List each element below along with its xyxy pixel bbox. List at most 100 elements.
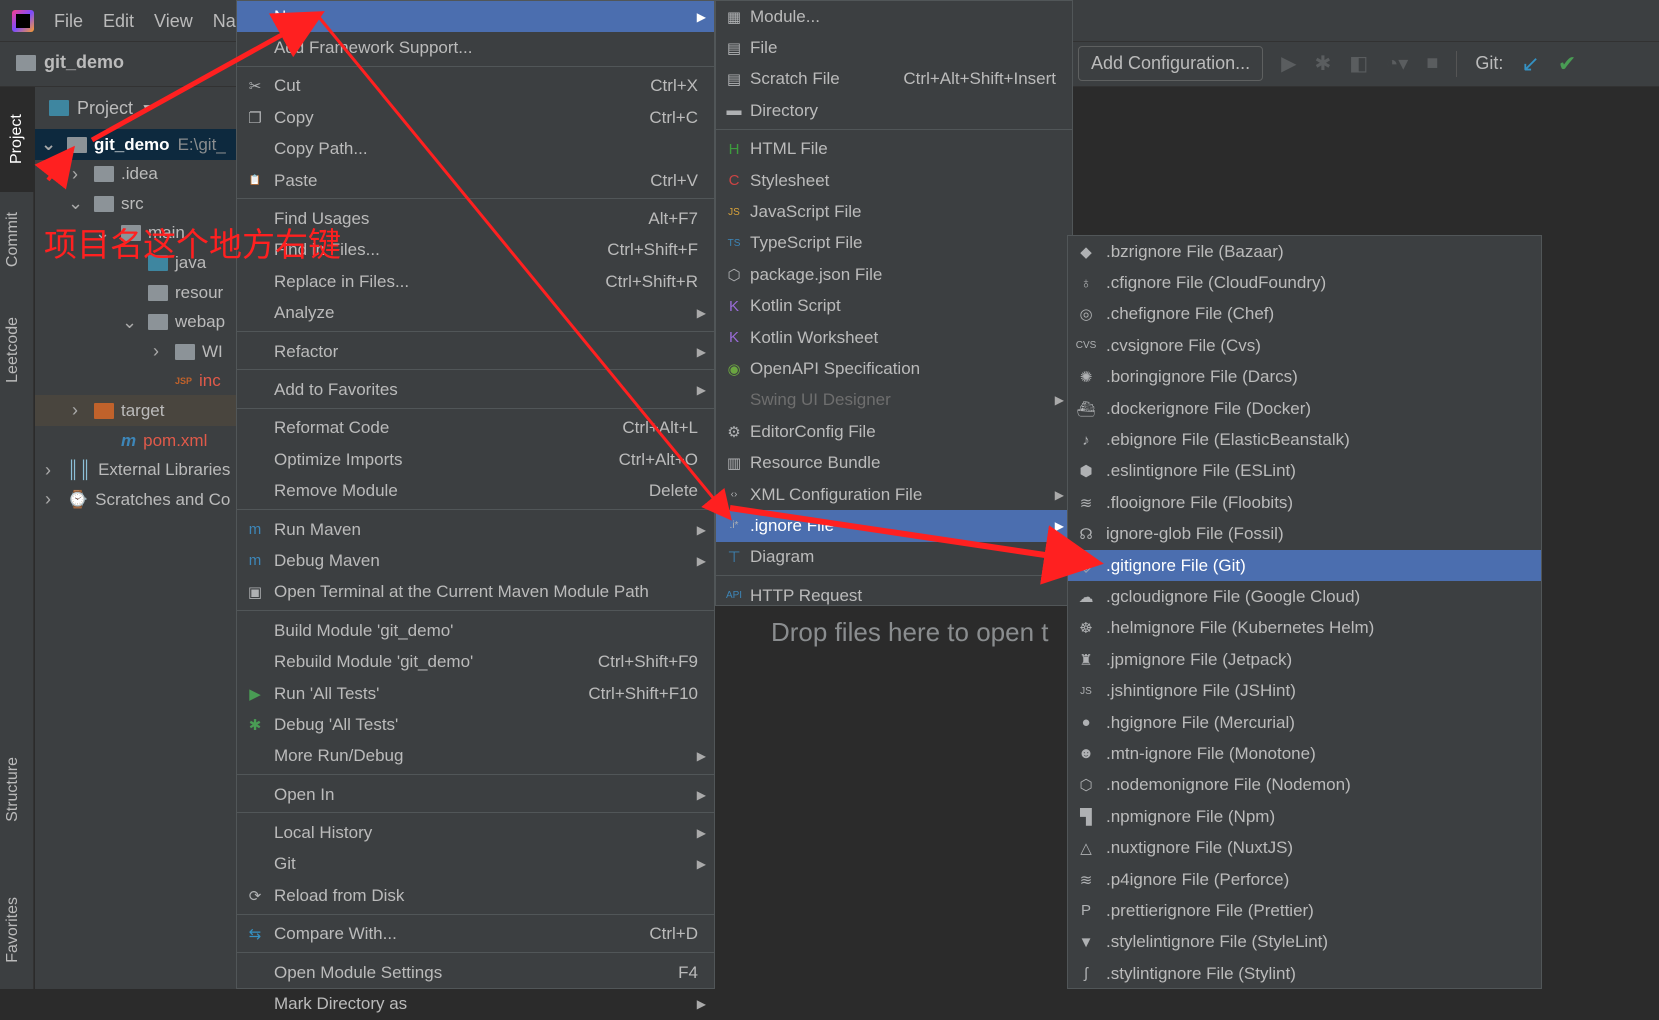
- ignore-item-stylintignore-file-stylint[interactable]: ʃ .stylintignore File (Stylint): [1068, 958, 1541, 989]
- tree-item[interactable]: JSP inc: [35, 366, 236, 397]
- profile-icon[interactable]: ◔▾: [1386, 51, 1408, 76]
- new-item-package-json-file[interactable]: ⬡ package.json File: [716, 259, 1072, 290]
- tool-tab-commit[interactable]: Commit: [4, 212, 22, 267]
- new-item-stylesheet[interactable]: C Stylesheet: [716, 165, 1072, 196]
- context-item-git[interactable]: Git ▶: [237, 849, 714, 880]
- chevron-right-icon[interactable]: ›: [41, 489, 55, 510]
- new-item-javascript-file[interactable]: JS JavaScript File: [716, 196, 1072, 227]
- ignore-item-ebignore-file-elasticbeanstalk[interactable]: ♪ .ebignore File (ElasticBeanstalk): [1068, 424, 1541, 455]
- ignore-item-prettierignore-file-prettier[interactable]: P .prettierignore File (Prettier): [1068, 895, 1541, 926]
- context-item-reload-from-disk[interactable]: ⟳ Reload from Disk: [237, 880, 714, 911]
- add-configuration-button[interactable]: Add Configuration...: [1078, 46, 1264, 81]
- breadcrumb-project[interactable]: git_demo: [44, 52, 124, 73]
- new-item-resource-bundle[interactable]: ▥ Resource Bundle: [716, 447, 1072, 478]
- chevron-down-icon[interactable]: ⌄: [68, 193, 83, 214]
- chevron-right-icon[interactable]: ›: [149, 341, 163, 362]
- context-item-run-maven[interactable]: m Run Maven ▶: [237, 514, 714, 545]
- ignore-item-gitignore-file-git[interactable]: ◈ .gitignore File (Git): [1068, 549, 1541, 582]
- context-item-new[interactable]: New ▶: [237, 1, 714, 33]
- ignore-item-nuxtignore-file-nuxtjs[interactable]: △ .nuxtignore File (NuxtJS): [1068, 832, 1541, 863]
- project-view-selector[interactable]: Project ▼: [35, 87, 236, 129]
- tree-item[interactable]: › ║║ External Libraries: [35, 455, 236, 486]
- context-item-cut[interactable]: ✂ Cut Ctrl+X: [237, 71, 714, 102]
- context-item-open-in[interactable]: Open In ▶: [237, 779, 714, 810]
- ignore-item-gcloudignore-file-google-cloud[interactable]: ☁ .gcloudignore File (Google Cloud): [1068, 581, 1541, 612]
- git-update-icon[interactable]: ↙: [1521, 51, 1539, 77]
- run-icon[interactable]: ▶: [1281, 51, 1296, 76]
- new-item-directory[interactable]: ▬ Directory: [716, 95, 1072, 126]
- context-item-mark-directory-as[interactable]: Mark Directory as ▶: [237, 988, 714, 1019]
- new-item-kotlin-worksheet[interactable]: K Kotlin Worksheet: [716, 322, 1072, 353]
- context-item-rebuild-module-git-demo[interactable]: Rebuild Module 'git_demo' Ctrl+Shift+F9: [237, 646, 714, 677]
- menu-file[interactable]: File: [54, 11, 83, 32]
- context-item-build-module-git-demo[interactable]: Build Module 'git_demo': [237, 615, 714, 646]
- context-item-refactor[interactable]: Refactor ▶: [237, 336, 714, 367]
- ignore-item-jpmignore-file-jetpack[interactable]: ♜ .jpmignore File (Jetpack): [1068, 644, 1541, 675]
- tree-item[interactable]: ⌄ webap: [35, 307, 236, 338]
- menu-edit[interactable]: Edit: [103, 11, 134, 32]
- git-commit-check-icon[interactable]: ✔: [1558, 51, 1576, 77]
- ignore-item-jshintignore-file-jshint[interactable]: JS .jshintignore File (JSHint): [1068, 675, 1541, 706]
- new-item-file[interactable]: ▤ File: [716, 32, 1072, 63]
- tree-item[interactable]: › .idea: [35, 159, 236, 190]
- tree-item[interactable]: m pom.xml: [35, 425, 236, 456]
- ignore-item-boringignore-file-darcs[interactable]: ✺ .boringignore File (Darcs): [1068, 362, 1541, 393]
- new-item-kotlin-script[interactable]: K Kotlin Script: [716, 291, 1072, 322]
- tool-tab-project[interactable]: Project: [0, 87, 34, 192]
- context-item-open-terminal-at-the-current-maven-module-path[interactable]: ▣ Open Terminal at the Current Maven Modu…: [237, 577, 714, 608]
- context-item-copy-path[interactable]: Copy Path...: [237, 134, 714, 165]
- context-item-reformat-code[interactable]: Reformat Code Ctrl+Alt+L: [237, 413, 714, 444]
- new-item-swing-ui-designer[interactable]: Swing UI Designer ▶: [716, 385, 1072, 416]
- tree-item[interactable]: › target: [35, 395, 236, 427]
- chevron-right-icon[interactable]: ›: [68, 164, 82, 185]
- ignore-item-dockerignore-file-docker[interactable]: ⛴ .dockerignore File (Docker): [1068, 393, 1541, 424]
- context-item-local-history[interactable]: Local History ▶: [237, 817, 714, 848]
- context-item-paste[interactable]: 📋 Paste Ctrl+V: [237, 165, 714, 196]
- ignore-item-nodemonignore-file-nodemon[interactable]: ⬡ .nodemonignore File (Nodemon): [1068, 770, 1541, 801]
- context-item-remove-module[interactable]: Remove Module Delete: [237, 475, 714, 506]
- context-item-replace-in-files[interactable]: Replace in Files... Ctrl+Shift+R: [237, 266, 714, 297]
- context-item-open-module-settings[interactable]: Open Module Settings F4: [237, 957, 714, 988]
- ignore-item-chefignore-file-chef[interactable]: ◎ .chefignore File (Chef): [1068, 299, 1541, 330]
- ignore-item-hgignore-file-mercurial[interactable]: ● .hgignore File (Mercurial): [1068, 707, 1541, 738]
- tree-item[interactable]: ⌄ src: [35, 188, 236, 219]
- stop-icon[interactable]: ■: [1426, 52, 1438, 75]
- ignore-item-mtn-ignore-file-monotone[interactable]: ☻ .mtn-ignore File (Monotone): [1068, 738, 1541, 769]
- tool-tab-leetcode[interactable]: Leetcode: [4, 317, 22, 383]
- tree-item[interactable]: resour: [35, 277, 236, 308]
- new-item-ignore-file[interactable]: .i* .ignore File ▶: [716, 510, 1072, 542]
- context-item-debug-maven[interactable]: m Debug Maven ▶: [237, 545, 714, 576]
- chevron-right-icon[interactable]: ›: [68, 400, 82, 421]
- new-item-typescript-file[interactable]: TS TypeScript File: [716, 228, 1072, 259]
- tool-tab-structure[interactable]: Structure: [4, 757, 22, 822]
- context-item-optimize-imports[interactable]: Optimize Imports Ctrl+Alt+O: [237, 444, 714, 475]
- new-item-module[interactable]: ▦ Module...: [716, 1, 1072, 32]
- context-item-add-framework-support[interactable]: Add Framework Support...: [237, 32, 714, 63]
- ignore-item-eslintignore-file-eslint[interactable]: ⬢ .eslintignore File (ESLint): [1068, 456, 1541, 487]
- ignore-item-stylelintignore-file-stylelint[interactable]: ▼ .stylelintignore File (StyleLint): [1068, 927, 1541, 958]
- context-item-run-all-tests[interactable]: ▶ Run 'All Tests' Ctrl+Shift+F10: [237, 678, 714, 709]
- ignore-item-helmignore-file-kubernetes-helm[interactable]: ☸ .helmignore File (Kubernetes Helm): [1068, 613, 1541, 644]
- context-item-debug-all-tests[interactable]: ✱ Debug 'All Tests': [237, 709, 714, 740]
- coverage-icon[interactable]: ◧: [1349, 51, 1368, 76]
- new-item-xml-configuration-file[interactable]: ‹› XML Configuration File ▶: [716, 479, 1072, 510]
- context-item-add-to-favorites[interactable]: Add to Favorites ▶: [237, 374, 714, 405]
- context-item-more-run-debug[interactable]: More Run/Debug ▶: [237, 741, 714, 772]
- context-item-compare-with[interactable]: ⇆ Compare With... Ctrl+D: [237, 919, 714, 950]
- new-item-editorconfig-file[interactable]: ⚙ EditorConfig File: [716, 416, 1072, 447]
- ignore-item-cfignore-file-cloudfoundry[interactable]: ♁ .cfignore File (CloudFoundry): [1068, 267, 1541, 298]
- chevron-right-icon[interactable]: ›: [41, 460, 55, 481]
- chevron-down-icon[interactable]: ⌄: [41, 134, 56, 155]
- debug-icon[interactable]: ✱: [1315, 51, 1332, 76]
- ignore-item-npmignore-file-npm[interactable]: ▜ .npmignore File (Npm): [1068, 801, 1541, 832]
- tree-item[interactable]: › WI: [35, 336, 236, 367]
- tree-item[interactable]: › ⌚ Scratches and Co: [35, 484, 236, 515]
- chevron-down-icon[interactable]: ⌄: [122, 312, 137, 333]
- context-item-analyze[interactable]: Analyze ▶: [237, 298, 714, 329]
- new-item-http-request[interactable]: API HTTP Request: [716, 580, 1072, 611]
- new-item-scratch-file[interactable]: ▤ Scratch File Ctrl+Alt+Shift+Insert: [716, 64, 1072, 95]
- ignore-item-p4ignore-file-perforce[interactable]: ≋ .p4ignore File (Perforce): [1068, 864, 1541, 895]
- ignore-item-ignore-glob-file-fossil[interactable]: ☊ ignore-glob File (Fossil): [1068, 519, 1541, 550]
- tree-item[interactable]: ⌄ git_demo E:\git_: [35, 129, 236, 160]
- breadcrumb[interactable]: git_demo: [16, 52, 124, 73]
